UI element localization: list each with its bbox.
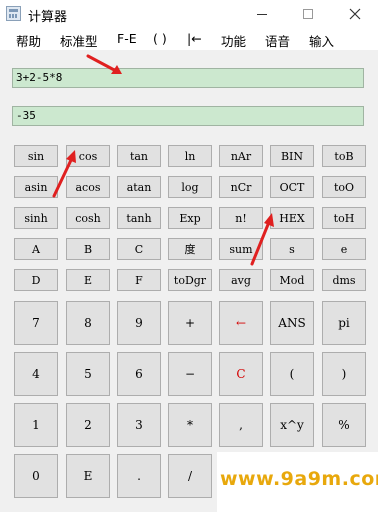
key-ncr[interactable]: nCr bbox=[219, 176, 263, 198]
key-e[interactable]: E bbox=[66, 454, 110, 498]
key-sum[interactable]: sum bbox=[219, 238, 263, 260]
key-power[interactable]: x^y bbox=[270, 403, 314, 447]
key-3[interactable]: 3 bbox=[117, 403, 161, 447]
maximize-button[interactable] bbox=[285, 0, 331, 28]
minimize-icon bbox=[257, 13, 267, 15]
key-asin[interactable]: asin bbox=[14, 176, 58, 198]
key-minus[interactable]: − bbox=[168, 352, 212, 396]
watermark-text: www.9a9m.com bbox=[220, 468, 378, 490]
key-e[interactable]: e bbox=[322, 238, 366, 260]
key-cosh[interactable]: cosh bbox=[66, 207, 110, 229]
key-b[interactable]: B bbox=[66, 238, 110, 260]
menu-backspace[interactable]: |← bbox=[187, 31, 202, 46]
key-comma[interactable]: , bbox=[219, 403, 263, 447]
key-e[interactable]: E bbox=[66, 269, 110, 291]
key-toh[interactable]: toH bbox=[322, 207, 366, 229]
menu-functions[interactable]: 功能 bbox=[221, 31, 246, 50]
key-close-paren[interactable]: ) bbox=[322, 352, 366, 396]
key-f[interactable]: F bbox=[117, 269, 161, 291]
key-oct[interactable]: OCT bbox=[270, 176, 314, 198]
key-a[interactable]: A bbox=[14, 238, 58, 260]
key-open-paren[interactable]: ( bbox=[270, 352, 314, 396]
key-d[interactable]: D bbox=[14, 269, 58, 291]
key-s[interactable]: s bbox=[270, 238, 314, 260]
key-9[interactable]: 9 bbox=[117, 301, 161, 345]
menu-help[interactable]: 帮助 bbox=[16, 31, 41, 50]
key-nar[interactable]: nAr bbox=[219, 145, 263, 167]
menu-fe[interactable]: F-E bbox=[117, 31, 137, 46]
calculator-app-icon bbox=[6, 6, 21, 21]
key-0[interactable]: 0 bbox=[14, 454, 58, 498]
key-dms[interactable]: dms bbox=[322, 269, 366, 291]
expression-display[interactable]: 3+2-5*8 bbox=[12, 68, 364, 88]
key-factorial[interactable]: n! bbox=[219, 207, 263, 229]
key-5[interactable]: 5 bbox=[66, 352, 110, 396]
key-pi[interactable]: pi bbox=[322, 301, 366, 345]
key-acos[interactable]: acos bbox=[66, 176, 110, 198]
key-hex[interactable]: HEX bbox=[270, 207, 314, 229]
key-7[interactable]: 7 bbox=[14, 301, 58, 345]
key-atan[interactable]: atan bbox=[117, 176, 161, 198]
key-1[interactable]: 1 bbox=[14, 403, 58, 447]
title-bar: 计算器 bbox=[0, 0, 378, 28]
menu-standard[interactable]: 标准型 bbox=[60, 31, 98, 50]
key-sin[interactable]: sin bbox=[14, 145, 58, 167]
maximize-icon bbox=[303, 9, 313, 19]
key-multiply[interactable]: * bbox=[168, 403, 212, 447]
menu-parentheses[interactable]: ( ) bbox=[153, 31, 167, 46]
key-6[interactable]: 6 bbox=[117, 352, 161, 396]
close-icon bbox=[349, 8, 361, 20]
key-ln[interactable]: ln bbox=[168, 145, 212, 167]
key-too[interactable]: toO bbox=[322, 176, 366, 198]
key-percent[interactable]: % bbox=[322, 403, 366, 447]
key-bin[interactable]: BIN bbox=[270, 145, 314, 167]
key-c[interactable]: C bbox=[117, 238, 161, 260]
key-backspace[interactable]: ← bbox=[219, 301, 263, 345]
key-dot[interactable]: . bbox=[117, 454, 161, 498]
window-title: 计算器 bbox=[28, 10, 68, 25]
key-plus[interactable]: + bbox=[168, 301, 212, 345]
key-todgr[interactable]: toDgr bbox=[168, 269, 212, 291]
key-log[interactable]: log bbox=[168, 176, 212, 198]
key-avg[interactable]: avg bbox=[219, 269, 263, 291]
key-4[interactable]: 4 bbox=[14, 352, 58, 396]
key-c[interactable]: C bbox=[219, 352, 263, 396]
key-sinh[interactable]: sinh bbox=[14, 207, 58, 229]
key-mod[interactable]: Mod bbox=[270, 269, 314, 291]
key-exp[interactable]: Exp bbox=[168, 207, 212, 229]
watermark: www.9a9m.com bbox=[217, 452, 378, 512]
minimize-button[interactable] bbox=[239, 0, 285, 28]
result-display[interactable]: -35 bbox=[12, 106, 364, 126]
key-cos[interactable]: cos bbox=[66, 145, 110, 167]
menu-bar: 帮助 标准型 F-E ( ) |← 功能 语音 输入 bbox=[0, 28, 378, 50]
close-button[interactable] bbox=[332, 0, 378, 28]
key-tob[interactable]: toB bbox=[322, 145, 366, 167]
key-tan[interactable]: tan bbox=[117, 145, 161, 167]
key-tanh[interactable]: tanh bbox=[117, 207, 161, 229]
key-degree[interactable]: 度 bbox=[168, 238, 212, 260]
menu-input[interactable]: 输入 bbox=[309, 31, 334, 50]
key-ans[interactable]: ANS bbox=[270, 301, 314, 345]
key-8[interactable]: 8 bbox=[66, 301, 110, 345]
key-divide[interactable]: / bbox=[168, 454, 212, 498]
key-2[interactable]: 2 bbox=[66, 403, 110, 447]
menu-voice[interactable]: 语音 bbox=[265, 31, 290, 50]
